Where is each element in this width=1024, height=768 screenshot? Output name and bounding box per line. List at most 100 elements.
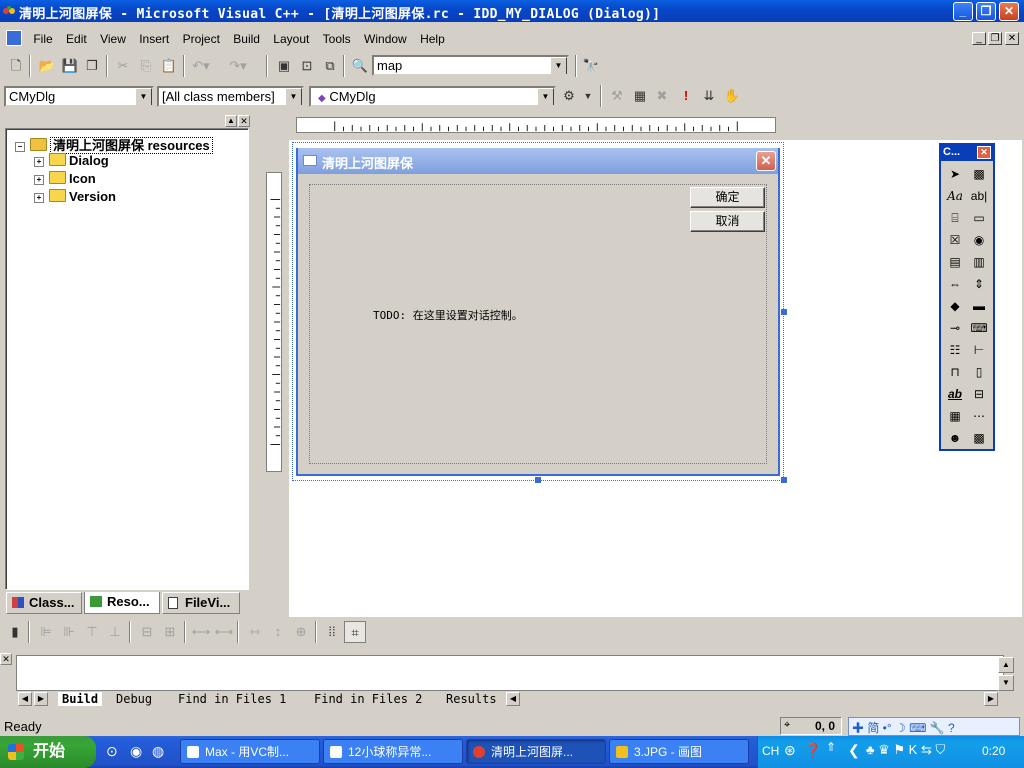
workspace-close-icon[interactable]: ✕ (238, 115, 250, 127)
center-vertical-icon[interactable]: ⊟ (136, 621, 158, 643)
resize-handle[interactable] (535, 477, 541, 483)
minimize-button[interactable]: _ (953, 2, 973, 21)
menu-insert[interactable]: Insert (135, 30, 173, 48)
output-icon[interactable]: ⊡ (296, 55, 318, 77)
start-button[interactable]: 开始 (0, 736, 96, 768)
expand-icon[interactable]: + (34, 157, 44, 167)
progress-icon[interactable]: ▬ (968, 296, 990, 316)
make-same-size-icon[interactable]: ⊕ (290, 621, 312, 643)
picture-control-icon[interactable]: ▩ (968, 164, 990, 184)
go-icon[interactable]: ⇊ (698, 85, 720, 107)
menu-layout[interactable]: Layout (269, 30, 313, 48)
hotkey-icon[interactable]: ⌨ (968, 318, 990, 338)
resource-tree[interactable]: − 清明上河图屏保 resources + Dialog + Icon + Versio… (5, 128, 249, 590)
align-bottom-icon[interactable]: ⊥ (104, 621, 126, 643)
find-binoculars-icon[interactable]: 🔭 (580, 55, 602, 77)
find-in-files-icon[interactable]: 🔍 (349, 55, 371, 77)
stop-build-icon[interactable]: ✖ (651, 85, 673, 107)
compile-icon[interactable]: ⚒ (606, 85, 628, 107)
chevron-down-icon[interactable]: ▼ (577, 85, 599, 107)
menu-project[interactable]: Project (179, 30, 224, 48)
custom-control-icon[interactable]: ☻ (944, 428, 966, 448)
collapse-icon[interactable]: − (15, 142, 25, 152)
date-time-icon[interactable]: ⊟ (968, 384, 990, 404)
copy-icon[interactable]: ⎘ (135, 55, 157, 77)
spin-icon[interactable]: ◆ (944, 296, 966, 316)
menu-help[interactable]: Help (416, 30, 449, 48)
output-window[interactable] (16, 655, 1004, 691)
workspace-restore-icon[interactable]: ▲ (225, 115, 237, 127)
member-combo[interactable]: ◆ CMyDlg ▼ (309, 86, 556, 107)
save-icon[interactable]: 💾 (59, 55, 81, 77)
window-list-icon[interactable]: ⧉ (319, 55, 341, 77)
task-max[interactable]: Max - 用VC制... (180, 739, 320, 764)
align-right-icon[interactable]: ⊪ (58, 621, 80, 643)
hscroll-left-icon[interactable]: ◀ (506, 692, 520, 706)
cancel-button[interactable]: 取消 (690, 211, 765, 232)
mdi-close-button[interactable]: ✕ (1005, 32, 1019, 45)
pointer-icon[interactable]: ➤ (944, 164, 966, 184)
open-icon[interactable]: 📂 (36, 55, 58, 77)
media-icon[interactable]: ◉ (130, 743, 142, 760)
align-top-icon[interactable]: ⊤ (81, 621, 103, 643)
align-left-icon[interactable]: ⊫ (35, 621, 57, 643)
browser-icon[interactable]: ◍ (152, 743, 164, 760)
scroll-down-icon[interactable]: ▼ (998, 675, 1014, 691)
vertical-scrollbar-icon[interactable]: ⇕ (968, 274, 990, 294)
menu-edit[interactable]: Edit (62, 30, 91, 48)
controls-palette[interactable]: C... ✕ ➤ ▩ Aa ab| ⌸ ▭ ☒ ◉ ▤ ▥ ⇔ ⇕ ◆ ▬ ⊸ … (939, 143, 995, 451)
menu-build[interactable]: Build (229, 30, 264, 48)
ime-bar[interactable]: ✚ 简 •° ☽ ⌨ 🔧 ? (848, 717, 1020, 736)
animate-icon[interactable]: ▯ (968, 362, 990, 382)
expand-icon[interactable]: + (34, 193, 44, 203)
toggle-grid-icon[interactable]: ⁞⁞ (321, 621, 343, 643)
workspace-icon[interactable]: ▣ (273, 55, 295, 77)
extended-combo-icon[interactable]: ▩ (968, 428, 990, 448)
tab-results[interactable]: Results (446, 692, 497, 706)
maximize-button[interactable]: ❐ (976, 2, 996, 21)
group-box-icon[interactable]: ⌸ (944, 208, 966, 228)
dialog-client-area[interactable]: 确定 取消 TODO: 在这里设置对话控制。 (309, 184, 767, 464)
tab-control-icon[interactable]: ⊓ (944, 362, 966, 382)
space-across-icon[interactable]: ⟷ (190, 621, 212, 643)
make-same-width-icon[interactable]: ⇿ (244, 621, 266, 643)
tab-find-in-files-1[interactable]: Find in Files 1 (178, 692, 286, 706)
list-box-icon[interactable]: ▥ (968, 252, 990, 272)
scroll-up-icon[interactable]: ▲ (998, 657, 1014, 673)
tray-options-icon[interactable]: ⇑ (826, 740, 836, 754)
dialog-close-icon[interactable]: ✕ (756, 151, 776, 171)
horizontal-scrollbar-icon[interactable]: ⇔ (944, 274, 966, 294)
space-down-icon[interactable]: ⟷ (213, 621, 235, 643)
palette-close-icon[interactable]: ✕ (977, 146, 991, 159)
resize-handle[interactable] (781, 309, 787, 315)
save-all-icon[interactable]: ❐ (81, 55, 103, 77)
tree-item-version[interactable]: + Version (34, 189, 116, 204)
undo-icon[interactable]: ↶▾ (190, 55, 212, 77)
build-icon[interactable]: ▦ (629, 85, 651, 107)
vertical-ruler[interactable] (266, 172, 282, 472)
combo-box-icon[interactable]: ▤ (944, 252, 966, 272)
find-combo[interactable]: map ▼ (372, 55, 569, 76)
class-combo[interactable]: CMyDlg ▼ (4, 86, 154, 107)
task-visual-cpp[interactable]: 清明上河图屏... (466, 739, 606, 764)
tree-item-dialog[interactable]: + Dialog (34, 153, 109, 168)
chevron-down-icon[interactable]: ▼ (550, 57, 567, 74)
chevron-down-icon[interactable]: ▼ (537, 88, 554, 105)
tab-classview[interactable]: Class... (6, 592, 82, 614)
tray-app-icons[interactable]: ♣ ♛ ⚑ K ⇆ ⛉ (866, 742, 945, 758)
mdi-restore-button[interactable]: ❐ (988, 32, 1002, 45)
menu-file[interactable]: File (29, 30, 56, 48)
hscroll-right-icon[interactable]: ▶ (984, 692, 998, 706)
radio-button-icon[interactable]: ◉ (968, 230, 990, 250)
output-close-icon[interactable]: ✕ (0, 653, 12, 665)
dialog-preview[interactable]: 清明上河图屏保 ✕ 确定 取消 TODO: 在这里设置对话控制。 (296, 148, 780, 476)
palette-title-bar[interactable]: C... ✕ (941, 145, 993, 161)
make-same-height-icon[interactable]: ↕ (267, 621, 289, 643)
horizontal-ruler[interactable] (296, 117, 776, 133)
execute-icon[interactable]: ! (675, 85, 697, 107)
show-desktop-icon[interactable]: ⊙ (106, 743, 118, 760)
show-hidden-icons-icon[interactable]: ❮ (848, 742, 860, 759)
edit-box-icon[interactable]: ab| (968, 186, 990, 206)
tree-root[interactable]: − 清明上河图屏保 resources (15, 135, 213, 154)
tree-item-icon[interactable]: + Icon (34, 171, 96, 186)
